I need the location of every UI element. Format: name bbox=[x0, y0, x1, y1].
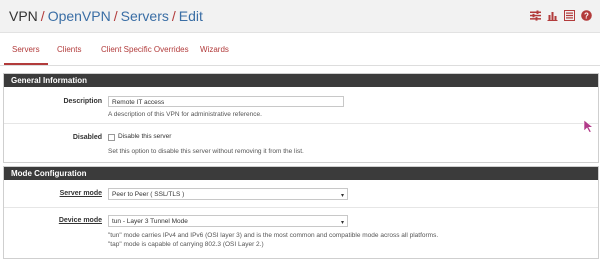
breadcrumb-separator: / bbox=[171, 8, 176, 24]
breadcrumb-servers[interactable]: Servers bbox=[121, 8, 169, 24]
bar-chart-icon[interactable] bbox=[547, 10, 558, 21]
list-icon[interactable] bbox=[564, 10, 575, 21]
breadcrumb-edit[interactable]: Edit bbox=[179, 8, 203, 24]
svg-text:?: ? bbox=[584, 12, 589, 21]
description-input[interactable]: Remote IT access bbox=[108, 96, 344, 107]
device-mode-help-tap: "tap" mode is capable of carrying 802.3 … bbox=[108, 241, 264, 248]
tab-servers[interactable]: Servers bbox=[12, 45, 40, 54]
tabs-divider bbox=[0, 65, 600, 66]
server-mode-row: Server mode Peer to Peer ( SSL/TLS ) ▾ bbox=[4, 180, 598, 207]
breadcrumb-openvpn[interactable]: OpenVPN bbox=[48, 8, 111, 24]
mode-configuration-panel: Mode Configuration Server mode Peer to P… bbox=[3, 166, 599, 259]
server-mode-label: Server mode bbox=[59, 190, 102, 197]
device-mode-row: Device mode tun - Layer 3 Tunnel Mode ▾ … bbox=[4, 207, 598, 258]
disabled-help: Set this option to disable this server w… bbox=[108, 148, 304, 155]
sliders-icon[interactable] bbox=[530, 10, 541, 21]
disable-server-checkbox-label[interactable]: Disable this server bbox=[118, 133, 171, 140]
server-mode-select[interactable]: Peer to Peer ( SSL/TLS ) ▾ bbox=[108, 188, 348, 200]
general-information-panel: General Information Description Remote I… bbox=[3, 73, 599, 163]
panel-header: General Information bbox=[4, 74, 598, 87]
mouse-cursor-icon bbox=[583, 119, 594, 133]
panel-title: General Information bbox=[11, 76, 88, 85]
tab-wizards[interactable]: Wizards bbox=[200, 45, 229, 54]
disable-server-checkbox[interactable] bbox=[108, 134, 115, 141]
panel-title: Mode Configuration bbox=[11, 169, 87, 178]
page-header: VPN / OpenVPN / Servers / Edit ? bbox=[0, 0, 600, 33]
server-mode-value: Peer to Peer ( SSL/TLS ) bbox=[112, 191, 185, 198]
device-mode-help-tun: "tun" mode carries IPv4 and IPv6 (OSI la… bbox=[108, 232, 439, 239]
breadcrumb: VPN / OpenVPN / Servers / Edit bbox=[9, 7, 203, 25]
breadcrumb-separator: / bbox=[40, 8, 45, 24]
description-label: Description bbox=[63, 98, 102, 105]
breadcrumb-separator: / bbox=[113, 8, 118, 24]
tab-clients[interactable]: Clients bbox=[57, 45, 81, 54]
device-mode-select[interactable]: tun - Layer 3 Tunnel Mode ▾ bbox=[108, 215, 348, 227]
panel-header: Mode Configuration bbox=[4, 167, 598, 180]
tab-client-specific-overrides[interactable]: Client Specific Overrides bbox=[101, 45, 189, 54]
help-icon[interactable]: ? bbox=[581, 10, 592, 21]
chevron-down-icon: ▾ bbox=[340, 220, 344, 226]
header-icons: ? bbox=[530, 10, 592, 21]
device-mode-label: Device mode bbox=[58, 217, 102, 224]
device-mode-value: tun - Layer 3 Tunnel Mode bbox=[112, 218, 188, 225]
description-row: Description Remote IT access A descripti… bbox=[4, 87, 598, 123]
disabled-row: Disabled Disable this server Set this op… bbox=[4, 123, 598, 162]
disabled-label: Disabled bbox=[72, 134, 102, 141]
chevron-down-icon: ▾ bbox=[340, 193, 344, 199]
breadcrumb-vpn: VPN bbox=[9, 8, 38, 24]
tab-bar: Servers Clients Client Specific Override… bbox=[0, 33, 600, 66]
description-help: A description of this VPN for administra… bbox=[108, 111, 262, 118]
